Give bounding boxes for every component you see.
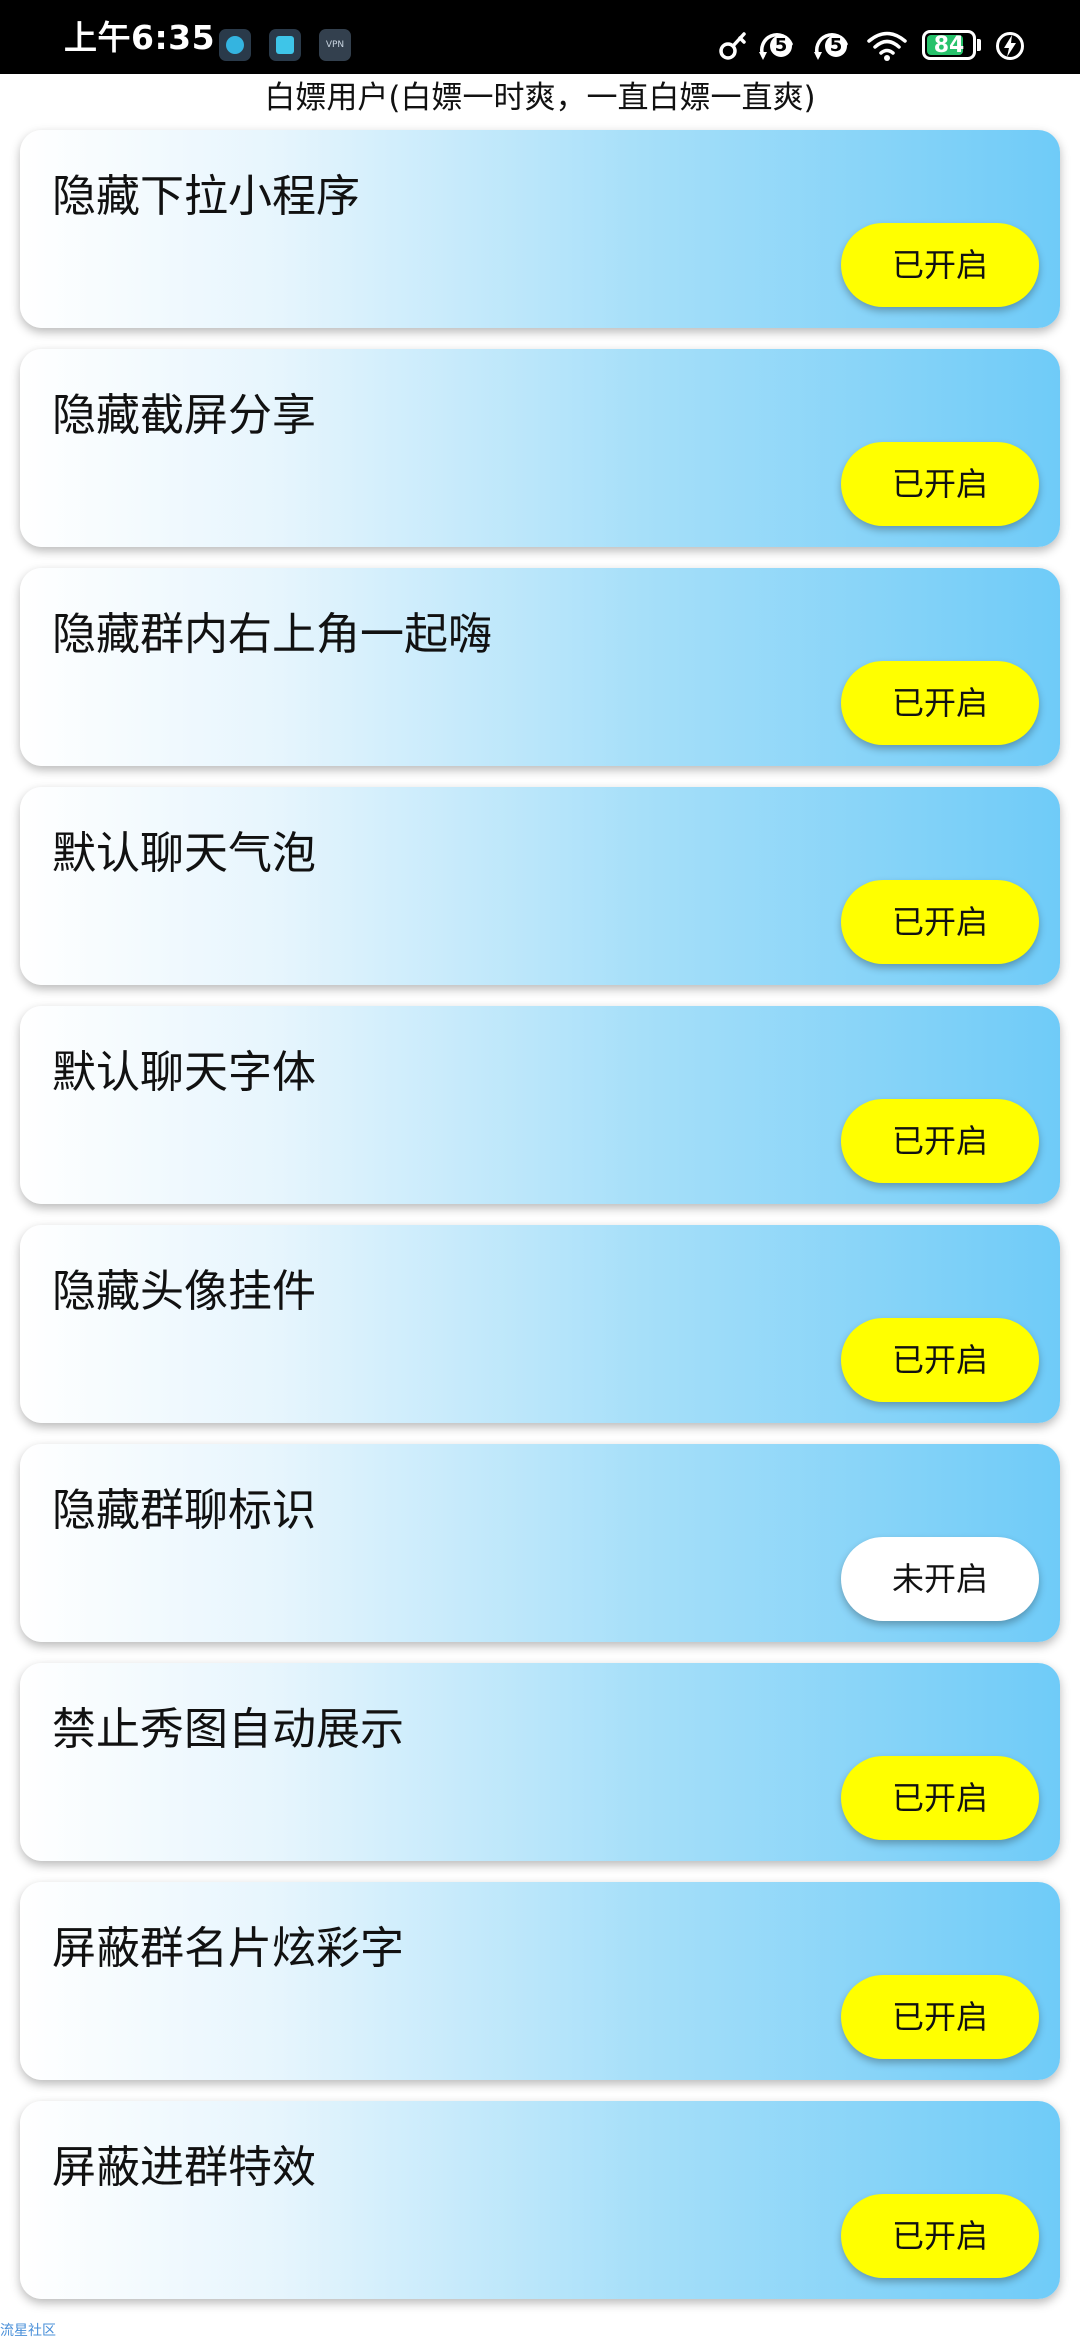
setting-toggle-button[interactable]: 已开启 [841,661,1039,745]
user-status-title: 白嫖用户(白嫖一时爽，一直白嫖一直爽) [264,80,816,116]
setting-label: 隐藏头像挂件 [52,1266,316,1317]
setting-label: 屏蔽群名片炫彩字 [52,1923,404,1974]
charging-icon [996,32,1024,60]
setting-toggle-button[interactable]: 已开启 [841,1756,1039,1840]
status-bar: 上午6:35 VPN 5 5 84 [0,0,1080,74]
setting-toggle-button[interactable]: 未开启 [841,1537,1039,1621]
setting-label: 默认聊天气泡 [52,828,316,879]
setting-label: 隐藏群内右上角一起嗨 [52,609,492,660]
setting-toggle-button[interactable]: 已开启 [841,1975,1039,2059]
setting-toggle-button[interactable]: 已开启 [841,442,1039,526]
setting-card: 默认聊天字体 已开启 [20,1006,1060,1204]
setting-card: 禁止秀图自动展示 已开启 [20,1663,1060,1861]
setting-toggle-button[interactable]: 已开启 [841,2194,1039,2278]
battery-nub [977,39,981,51]
setting-card: 屏蔽群名片炫彩字 已开启 [20,1882,1060,2080]
setting-label: 隐藏群聊标识 [52,1485,316,1536]
setting-card: 隐藏头像挂件 已开启 [20,1225,1060,1423]
setting-label: 隐藏下拉小程序 [52,171,360,222]
watermark: 流星社区 [0,2323,56,2339]
battery-level: 84 [933,33,965,58]
sim1-badge: 5 [774,35,788,56]
vpn-icon: VPN [319,29,351,61]
setting-card: 隐藏群聊标识 未开启 [20,1444,1060,1642]
setting-toggle-button[interactable]: 已开启 [841,880,1039,964]
battery-icon: 84 [922,30,976,60]
setting-label: 屏蔽进群特效 [52,2142,316,2193]
setting-label: 禁止秀图自动展示 [52,1704,404,1755]
key-icon [719,32,746,60]
wifi-icon [867,31,907,61]
setting-toggle-button[interactable]: 已开启 [841,1099,1039,1183]
screen-app-icon [269,29,301,61]
compass-app-icon [219,29,251,61]
setting-toggle-button[interactable]: 已开启 [841,1318,1039,1402]
setting-label: 默认聊天字体 [52,1047,316,1098]
setting-toggle-button[interactable]: 已开启 [841,223,1039,307]
setting-card: 隐藏下拉小程序 已开启 [20,130,1060,328]
setting-card: 隐藏截屏分享 已开启 [20,349,1060,547]
setting-card: 默认聊天气泡 已开启 [20,787,1060,985]
status-time: 上午6:35 [64,18,216,57]
sim2-badge: 5 [829,35,843,56]
vpn-label: VPN [325,40,345,50]
setting-label: 隐藏截屏分享 [52,390,316,441]
setting-card: 屏蔽进群特效 已开启 [20,2101,1060,2299]
setting-card: 隐藏群内右上角一起嗨 已开启 [20,568,1060,766]
